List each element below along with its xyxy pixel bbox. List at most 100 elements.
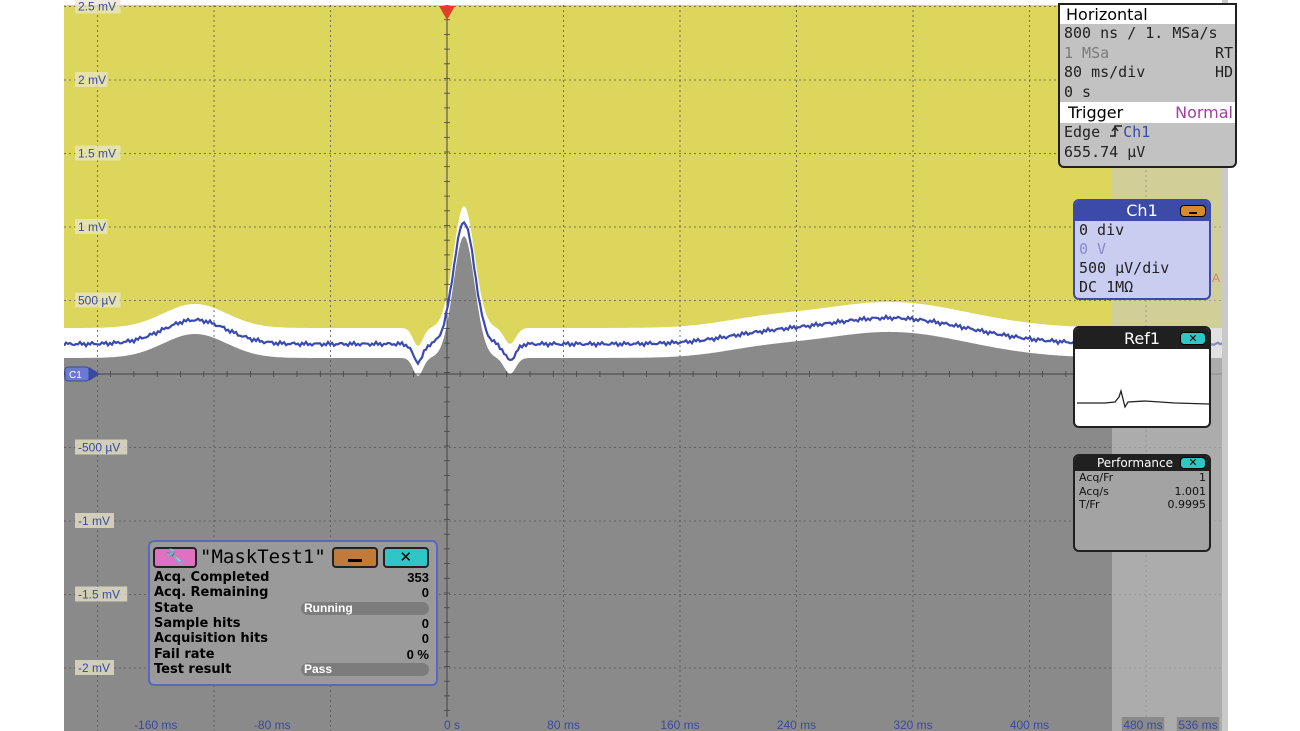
ch1-title: Ch1 (1126, 201, 1158, 220)
horizontal-title: Horizontal (1060, 5, 1235, 24)
horizontal-position: 0 s (1064, 82, 1092, 101)
trigger-type-row: Edge Ch1 (1060, 123, 1235, 143)
mask-test-minimize-button[interactable] (331, 546, 378, 568)
y-axis-label: -1 mV (75, 513, 114, 528)
y-axis-label-text: -500 µV (78, 441, 120, 455)
horizontal-resolution: 800 ns / 1. MSa/s (1064, 24, 1218, 42)
y-axis-label: 2 mV (75, 72, 108, 87)
x-axis-label: 536 ms (1176, 717, 1220, 731)
horizontal-timebase: 80 ms/div (1064, 63, 1146, 81)
y-axis-label-text: -2 mV (78, 661, 110, 675)
y-axis-label: -2 mV (75, 660, 114, 675)
y-axis-label: -500 µV (75, 439, 128, 455)
performance-panel[interactable]: Performance ✕ Acq/Fr 1 Acq/s 1.001 T/Fr 0.9… (1073, 454, 1211, 552)
trigger-header[interactable]: Trigger Normal (1060, 102, 1235, 123)
mask-row-acquisition-hits: Acquisition hits 0 (154, 631, 429, 647)
y-axis-label: 1 mV (75, 219, 108, 234)
mask-test-panel[interactable]: 🔧 "MaskTest1" ✕ Acq. Completed 353 Acq. R… (148, 540, 438, 686)
x-axis-label-text: 400 ms (1010, 718, 1049, 731)
perf-value: 1 (1199, 471, 1206, 484)
ch1-position: 0 V (1079, 240, 1107, 258)
x-axis-label: 320 ms (891, 717, 935, 731)
mask-row-sample-hits: Sample hits 0 (154, 616, 429, 632)
ref1-close-button[interactable]: ✕ (1180, 332, 1206, 345)
trigger-title: Trigger (1068, 103, 1124, 122)
channel-marker-label: C1 (69, 370, 82, 381)
x-axis-label-text: 480 ms (1123, 718, 1162, 731)
x-axis-label: -80 ms (251, 717, 294, 731)
x-axis-label-text: 320 ms (893, 718, 932, 731)
test-result-badge: Pass (301, 662, 429, 676)
ref-marker-icon: A (1212, 271, 1220, 285)
horizontal-timebase-row: 80 ms/div HD (1060, 63, 1235, 83)
y-axis-label: 2.5 mV (75, 0, 121, 14)
y-axis-label-text: 1 mV (78, 220, 106, 234)
x-axis-label-text: -80 ms (254, 718, 291, 731)
perf-value: 1.001 (1174, 484, 1207, 498)
y-axis-label: 1.5 mV (75, 145, 121, 161)
horizontal-panel[interactable]: Horizontal 800 ns / 1. MSa/s 1 MSa RT 80 … (1058, 3, 1237, 168)
acq-completed-value: 353 (407, 570, 429, 586)
trigger-type: Edge (1064, 123, 1101, 141)
ch1-scale: 500 µV/div (1079, 259, 1170, 277)
x-axis-label: 160 ms (658, 717, 702, 731)
perf-row: T/Fr 0.9995 (1075, 498, 1209, 512)
x-axis-label: 400 ms (1008, 717, 1051, 731)
fail-rate-value: 0 % (406, 646, 429, 662)
y-axis-label-text: 500 µV (78, 294, 116, 308)
horizontal-resolution-row: 800 ns / 1. MSa/s (1060, 24, 1235, 44)
x-axis-label-text: 80 ms (547, 718, 580, 731)
mask-row-acq-remaining: Acq. Remaining 0 (154, 585, 429, 601)
y-axis-label: -1.5 mV (75, 586, 128, 602)
x-axis-label: 0 s (440, 717, 464, 731)
ch1-panel[interactable]: Ch1 0 div 0 V 500 µV/div DC 1MΩ (1073, 199, 1211, 300)
mask-test-close-button[interactable]: ✕ (382, 546, 429, 568)
x-axis-label-text: 160 ms (660, 718, 699, 731)
ref1-title: Ref1 (1123, 329, 1161, 348)
x-axis-label-text: 536 ms (1178, 718, 1217, 731)
x-axis-label-text: 240 ms (777, 718, 816, 731)
mask-row-test-result: Test result Pass (150, 662, 436, 677)
x-axis-label: 480 ms (1121, 717, 1165, 731)
x-axis-label-text: -160 ms (134, 718, 177, 731)
performance-title: Performance (1096, 456, 1174, 470)
acquisition-hits-value: 0 (421, 631, 429, 647)
mask-row-fail-rate: Fail rate 0 % (154, 646, 429, 662)
ch1-coupling: DC 1MΩ (1079, 278, 1134, 296)
trigger-level-row: 655.74 µV (1060, 143, 1235, 163)
perf-row: Acq/s 1.001 (1075, 485, 1209, 499)
horizontal-position-row: 0 s (1060, 83, 1235, 103)
state-badge: Running (301, 601, 429, 615)
perf-label: T/Fr (1079, 498, 1100, 511)
wrench-icon[interactable]: 🔧 (153, 546, 197, 568)
y-axis-label-text: 2 mV (78, 73, 106, 87)
sample-hits-value: 0 (421, 616, 429, 632)
perf-value: 0.9995 (1167, 498, 1207, 511)
horizontal-record: 1 MSa (1064, 43, 1110, 62)
mask-row-acq-completed: Acq. Completed 353 (154, 570, 429, 586)
acq-remaining-value: 0 (421, 585, 429, 601)
perf-label: Acq/Fr (1079, 471, 1114, 484)
mode-rt: RT (1214, 43, 1233, 62)
y-axis-label-text: -1.5 mV (78, 588, 120, 602)
x-axis-label-text: 0 s (444, 718, 460, 731)
trigger-source: Ch1 (1123, 123, 1151, 141)
x-axis-label: -160 ms (131, 717, 181, 731)
mask-row-state: State Running (150, 601, 436, 616)
horizontal-record-row: 1 MSa RT (1060, 44, 1235, 64)
ref1-thumbnail (1077, 388, 1209, 409)
mask-test-title: "MaskTest1" (200, 546, 326, 568)
performance-close-button[interactable]: ✕ (1180, 457, 1206, 469)
perf-label: Acq/s (1079, 484, 1109, 498)
x-axis-label: 80 ms (545, 717, 582, 731)
trigger-mode: Normal (1175, 103, 1233, 122)
rising-edge-icon (1110, 125, 1123, 137)
perf-row: Acq/Fr 1 (1075, 471, 1209, 485)
ch1-minimize-button[interactable] (1180, 205, 1206, 217)
y-axis-label-text: -1 mV (78, 514, 110, 528)
ref1-panel[interactable]: Ref1 ✕ (1073, 326, 1211, 428)
y-axis-label: 500 µV (75, 292, 121, 308)
x-axis-label: 240 ms (775, 717, 818, 731)
y-axis-label-text: 1.5 mV (78, 147, 116, 161)
mode-hd: HD (1214, 63, 1233, 81)
